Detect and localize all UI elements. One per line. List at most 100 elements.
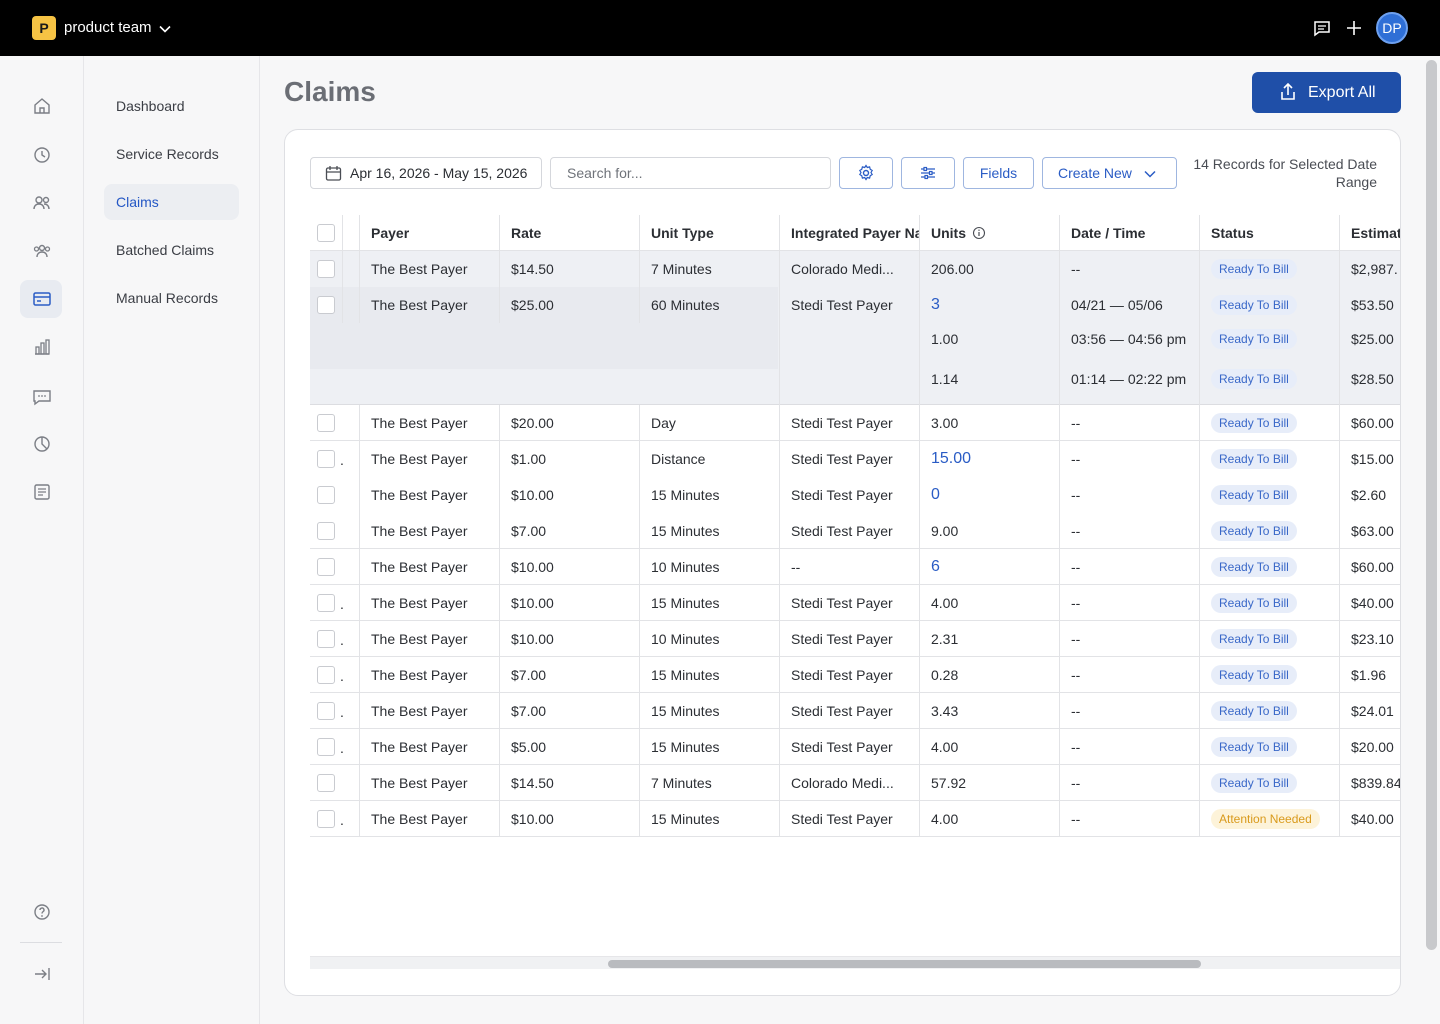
horizontal-scrollbar-thumb[interactable] [608, 960, 1201, 968]
subnav-service-records[interactable]: Service Records [104, 136, 239, 172]
status-badge: Ready To Bill [1211, 773, 1297, 793]
workspace-name[interactable]: product team [64, 19, 152, 36]
row-checkbox[interactable] [317, 774, 335, 792]
cell-unit-type: 15 Minutes [651, 523, 720, 539]
cell-payer: The Best Payer [371, 667, 468, 683]
filter-button[interactable] [901, 157, 955, 189]
subnav-batched-claims[interactable]: Batched Claims [104, 232, 239, 268]
cell-units: 57.92 [931, 775, 967, 791]
workspace-logo[interactable]: P [32, 16, 56, 40]
subnav-dashboard[interactable]: Dashboard [104, 88, 239, 124]
cell-units[interactable]: 3 [919, 287, 1059, 323]
column-header-unit-type[interactable]: Unit Type [639, 215, 779, 251]
table-row[interactable]: The Best Payer $10.00 10 Minutes -- 6 -- Ready… [310, 549, 1400, 585]
cell-units: 1.00 [931, 331, 959, 347]
cell-status: Ready To Bill [1199, 441, 1339, 477]
row-checkbox[interactable] [317, 810, 335, 828]
cell-units[interactable]: 0 [919, 477, 1059, 513]
document-icon[interactable] [32, 482, 52, 502]
row-checkbox[interactable] [317, 486, 335, 504]
cell-integrated-payer: Colorado Medi... [791, 261, 894, 277]
column-header-rate[interactable]: Rate [499, 215, 639, 251]
settings-button[interactable] [839, 157, 893, 189]
table-row[interactable]: . The Best Payer $7.00 15 Minutes Stedi Test… [310, 693, 1400, 729]
column-header-units[interactable]: Units [919, 215, 1059, 251]
table-row[interactable]: . The Best Payer $1.00 Distance Stedi Test P… [310, 441, 1400, 477]
subnav-claims[interactable]: Claims [104, 184, 239, 220]
chevron-down-icon[interactable] [158, 22, 172, 36]
date-range-picker[interactable]: Apr 16, 2026 - May 15, 2026 [310, 157, 542, 189]
info-icon[interactable] [972, 226, 986, 240]
subnav-manual-records[interactable]: Manual Records [104, 280, 239, 316]
column-header-date-time[interactable]: Date / Time [1059, 215, 1199, 251]
cell-unit-type: 10 Minutes [651, 559, 720, 575]
cell-payer: The Best Payer [371, 261, 468, 277]
bar-chart-icon[interactable] [32, 337, 52, 357]
column-header-estimate[interactable]: Estimat [1339, 215, 1400, 251]
table-row-expanded[interactable]: The Best Payer $25.00 60 Minutes Stedi Test… [310, 287, 1400, 323]
row-checkbox[interactable] [317, 522, 335, 540]
chat-icon[interactable] [32, 387, 52, 407]
cell-units[interactable]: 15.00 [919, 441, 1059, 477]
cell-estimate: $23.10 [1351, 631, 1394, 647]
calendar-icon [325, 166, 342, 181]
user-avatar[interactable]: DP [1376, 12, 1408, 44]
cell-status: Ready To Bill [1199, 477, 1339, 513]
row-checkbox[interactable] [317, 450, 335, 468]
cell-integrated-payer: Colorado Medi... [791, 775, 894, 791]
cell-units[interactable]: 6 [919, 549, 1059, 585]
row-checkbox[interactable] [317, 702, 335, 720]
credit-card-icon[interactable] [32, 289, 52, 309]
vertical-scrollbar[interactable] [1426, 60, 1437, 950]
table-row[interactable]: . The Best Payer $10.00 15 Minutes Stedi Tes… [310, 585, 1400, 621]
table-row[interactable]: The Best Payer $10.00 15 Minutes Stedi Test… [310, 477, 1400, 513]
cell-estimate: $60.00 [1351, 559, 1394, 575]
table-row[interactable]: The Best Payer $14.50 7 Minutes Colorado Me… [310, 765, 1400, 801]
cell-payer: The Best Payer [371, 595, 468, 611]
row-checkbox[interactable] [317, 558, 335, 576]
cell-integrated-payer: Stedi Test Payer [791, 667, 893, 683]
cell-payer: The Best Payer [371, 739, 468, 755]
row-checkbox[interactable] [317, 260, 335, 278]
table-row[interactable]: . The Best Payer $10.00 15 Minutes Stedi Tes… [310, 801, 1400, 837]
create-new-dropdown[interactable]: Create New [1042, 157, 1177, 189]
cell-estimate: $28.50 [1351, 371, 1394, 387]
table-row[interactable]: The Best Payer $14.50 7 Minutes Colorado Me… [310, 251, 1400, 287]
cell-unit-type: 15 Minutes [651, 595, 720, 611]
clock-icon[interactable] [32, 145, 52, 165]
team-icon[interactable] [32, 241, 52, 261]
home-icon[interactable] [32, 96, 52, 116]
row-checkbox[interactable] [317, 296, 335, 314]
column-header-payer[interactable]: Payer [359, 215, 499, 251]
pie-chart-icon[interactable] [32, 434, 52, 454]
select-all-checkbox[interactable] [317, 224, 335, 242]
message-icon[interactable] [1313, 19, 1331, 37]
row-checkbox[interactable] [317, 594, 335, 612]
fields-button[interactable]: Fields [963, 157, 1034, 189]
column-header-integrated-payer[interactable]: Integrated Payer Na [779, 215, 919, 251]
row-checkbox[interactable] [317, 666, 335, 684]
help-icon[interactable] [32, 902, 52, 922]
search-input[interactable] [550, 157, 831, 189]
horizontal-scrollbar[interactable] [310, 956, 1400, 969]
table-row[interactable]: . The Best Payer $5.00 15 Minutes Stedi Test… [310, 729, 1400, 765]
users-icon[interactable] [32, 193, 52, 213]
truncated-cell: . [340, 668, 344, 684]
export-all-button[interactable]: Export All [1252, 72, 1401, 113]
table-row[interactable]: The Best Payer $20.00 Day Stedi Test Payer 3… [310, 405, 1400, 441]
row-checkbox[interactable] [317, 414, 335, 432]
column-header-status[interactable]: Status [1199, 215, 1339, 251]
cell-date-time: -- [1071, 415, 1081, 431]
cell-date-time: -- [1071, 559, 1081, 575]
plus-icon[interactable] [1345, 19, 1363, 37]
table-row[interactable]: . The Best Payer $10.00 10 Minutes Stedi Tes… [310, 621, 1400, 657]
table-row[interactable]: The Best Payer $7.00 15 Minutes Stedi Test … [310, 513, 1400, 549]
row-checkbox[interactable] [317, 738, 335, 756]
table-row[interactable]: . The Best Payer $7.00 15 Minutes Stedi Test… [310, 657, 1400, 693]
status-badge: Ready To Bill [1211, 259, 1297, 279]
row-checkbox[interactable] [317, 630, 335, 648]
cell-units: 3.00 [931, 415, 959, 431]
collapse-sidebar-icon[interactable] [32, 964, 52, 984]
rail-divider [20, 942, 62, 943]
status-badge: Ready To Bill [1211, 413, 1297, 433]
